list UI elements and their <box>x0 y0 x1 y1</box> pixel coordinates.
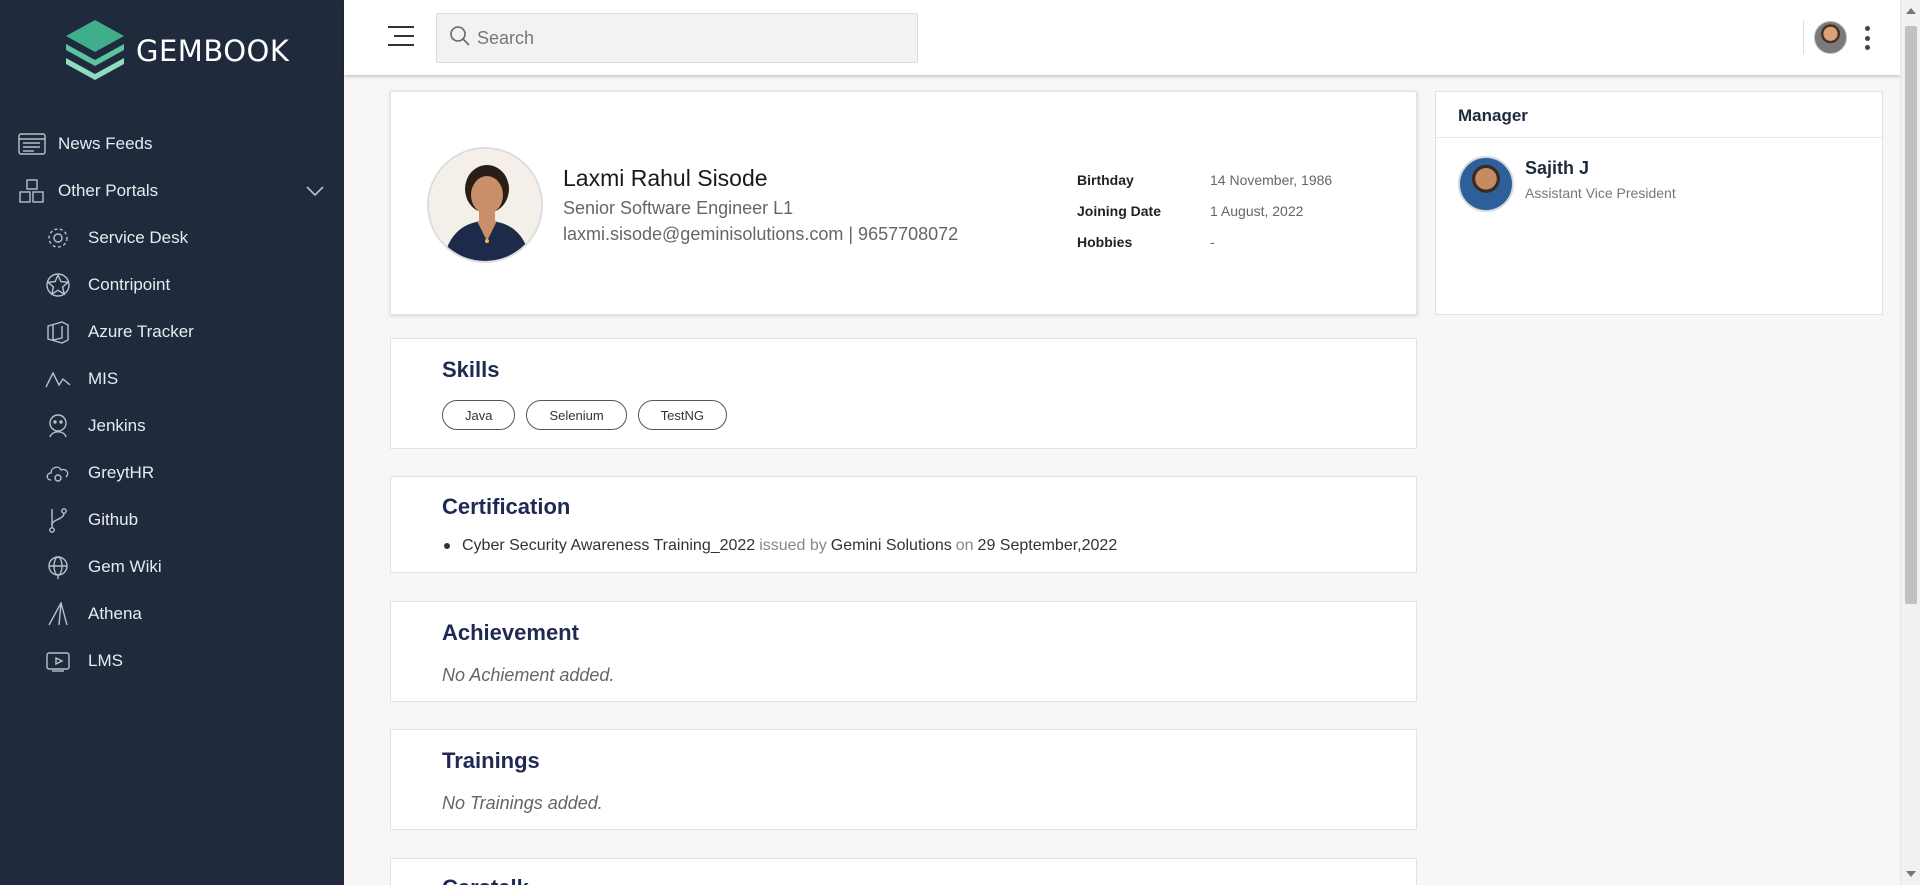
scrollbar-thumb[interactable] <box>1905 26 1917 604</box>
sidebar-item-label: Azure Tracker <box>88 321 194 341</box>
skill-chip: TestNG <box>637 400 728 430</box>
info-value: - <box>1210 233 1215 250</box>
info-key: Joining Date <box>1077 202 1162 219</box>
profile-name: Laxmi Rahul Sisode <box>563 165 768 191</box>
branch-icon <box>44 507 72 533</box>
sidebar-item-service-desk[interactable]: Service Desk <box>0 214 344 261</box>
chevron-down-icon[interactable] <box>306 181 324 201</box>
next-section-title: Cerstalk <box>442 875 529 885</box>
sidebar-item-label: MIS <box>88 368 119 388</box>
sidebar-item-label: Gem Wiki <box>88 556 162 576</box>
skill-chip: Java <box>442 400 516 430</box>
manager-avatar[interactable] <box>1458 156 1514 212</box>
profile-photo <box>427 147 543 263</box>
sidebar-item-label: LMS <box>88 650 123 670</box>
scroll-up-icon[interactable] <box>1906 8 1916 14</box>
user-avatar[interactable] <box>1814 21 1847 54</box>
topbar-divider <box>1803 20 1804 54</box>
sidebar-item-athena[interactable]: Athena <box>0 590 344 637</box>
sidebar-item-label: Athena <box>88 603 142 623</box>
topbar <box>344 0 1900 75</box>
scroll-down-icon[interactable] <box>1906 871 1916 877</box>
info-value: 1 August, 2022 <box>1210 202 1304 219</box>
info-key: Hobbies <box>1077 233 1133 250</box>
sidebar-item-gem-wiki[interactable]: Gem Wiki <box>0 543 344 590</box>
sidebar-item-label: GreytHR <box>88 462 155 482</box>
certification-issuer: Gemini Solutions <box>830 537 952 554</box>
sidebar-item-news-feeds[interactable]: News Feeds <box>0 120 344 167</box>
next-section-card: Cerstalk <box>390 858 1417 885</box>
manager-name[interactable]: Sajith J <box>1525 158 1589 179</box>
athena-icon <box>44 601 72 627</box>
globe-icon <box>44 554 72 580</box>
sidebar-item-lms[interactable]: LMS <box>0 637 344 684</box>
sidebar-item-label: Contripoint <box>88 274 171 294</box>
sidebar-item-label: Service Desk <box>88 227 189 247</box>
info-row-joining-date: Joining Date 1 August, 2022 <box>1077 195 1332 226</box>
info-row-hobbies: Hobbies - <box>1077 226 1332 257</box>
lms-icon <box>44 648 72 674</box>
certification-card: Certification Cyber Security Awareness T… <box>390 476 1417 573</box>
more-options-icon[interactable] <box>1862 26 1872 50</box>
on-label: on <box>955 537 974 554</box>
achievement-empty: No Achiement added. <box>442 665 615 685</box>
profile-contact[interactable]: laxmi.sisode@geminisolutions.com | 96577… <box>563 224 958 245</box>
brand-name: GEMBOOK <box>136 34 290 68</box>
manager-role: Assistant Vice President <box>1525 185 1676 201</box>
trainings-card: Trainings No Trainings added. <box>390 729 1417 830</box>
sidebar-item-github[interactable]: Github <box>0 496 344 543</box>
info-value: 14 November, 1986 <box>1210 171 1333 188</box>
jenkins-icon <box>44 413 72 439</box>
sidebar-item-mis[interactable]: MIS <box>0 355 344 402</box>
search-input[interactable] <box>477 27 897 49</box>
trainings-empty: No Trainings added. <box>442 793 603 813</box>
page-scrollbar[interactable] <box>1900 0 1920 885</box>
sidebar-item-label: Other Portals <box>58 180 159 200</box>
skills-title: Skills <box>442 357 500 382</box>
issued-by-label: issued by <box>759 537 827 554</box>
profile-card: Laxmi Rahul Sisode Senior Software Engin… <box>390 91 1417 315</box>
menu-icon[interactable] <box>388 26 414 48</box>
sidebar-item-jenkins[interactable]: Jenkins <box>0 402 344 449</box>
sidebar-item-label: News Feeds <box>58 133 153 153</box>
certification-title: Certification <box>442 494 571 519</box>
sidebar-item-greythr[interactable]: GreytHR <box>0 449 344 496</box>
search-icon <box>449 25 471 52</box>
skills-list: Java Selenium TestNG <box>442 400 738 430</box>
manager-card: Manager Sajith J Assistant Vice Presiden… <box>1435 91 1883 315</box>
skill-chip: Selenium <box>526 400 627 430</box>
cloud-icon <box>44 460 72 486</box>
achievement-title: Achievement <box>442 620 579 645</box>
bullet <box>444 543 450 549</box>
skills-card: Skills Java Selenium TestNG <box>390 338 1417 449</box>
sidebar-item-contripoint[interactable]: Contripoint <box>0 261 344 308</box>
certification-name: Cyber Security Awareness Training_2022 <box>462 537 756 554</box>
gembook-logo-icon <box>66 20 124 80</box>
brand[interactable]: GEMBOOK <box>62 18 289 84</box>
gear-icon <box>44 225 72 251</box>
sidebar-item-other-portals[interactable]: Other Portals <box>0 167 344 214</box>
sidebar: GEMBOOK News Feeds Other Portals Service… <box>0 0 344 885</box>
manager-header: Manager <box>1436 92 1882 138</box>
profile-designation: Senior Software Engineer L1 <box>563 198 794 218</box>
sidebar-item-azure-tracker[interactable]: Azure Tracker <box>0 308 344 355</box>
portals-icon <box>18 178 46 204</box>
certification-date: 29 September,2022 <box>977 537 1118 554</box>
news-feed-icon <box>18 131 46 157</box>
sidebar-nav: News Feeds Other Portals Service Desk Co… <box>0 120 344 684</box>
profile-info: Birthday 14 November, 1986 Joining Date … <box>1077 164 1332 257</box>
chart-icon <box>44 366 72 392</box>
certification-item: Cyber Security Awareness Training_2022 i… <box>444 537 1117 555</box>
search-box[interactable] <box>436 13 918 63</box>
azure-icon <box>44 319 72 345</box>
info-row-birthday: Birthday 14 November, 1986 <box>1077 164 1332 195</box>
sidebar-item-label: Jenkins <box>88 415 146 435</box>
sidebar-item-label: Github <box>88 509 139 529</box>
achievement-card: Achievement No Achiement added. <box>390 601 1417 702</box>
star-icon <box>44 272 72 298</box>
info-key: Birthday <box>1077 171 1134 188</box>
trainings-title: Trainings <box>442 748 540 773</box>
